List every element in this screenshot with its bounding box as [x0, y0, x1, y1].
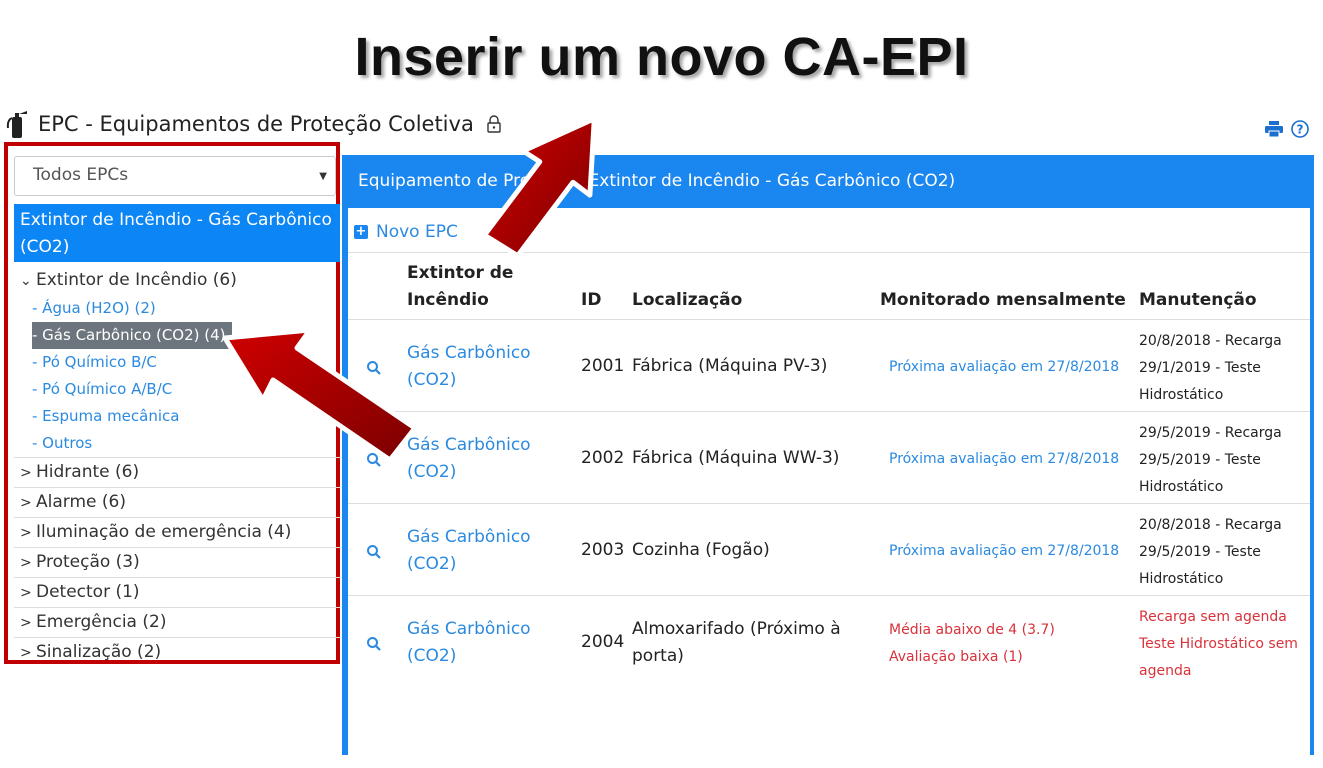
- tree-group-emergencia[interactable]: > Emergência (2): [14, 608, 340, 638]
- tree-group-label: Alarme (6): [36, 492, 126, 512]
- tree-item-gas-carbonico[interactable]: - Gás Carbônico (CO2) (4): [32, 322, 232, 349]
- tree-group-sinalizacao[interactable]: > Sinalização (2): [14, 638, 340, 667]
- monitor-status: Próxima avaliação em 27/8/2018: [889, 543, 1120, 559]
- column-header-type: Extintor de Incêndio: [407, 263, 514, 310]
- maintenance-cell: 20/8/2018 - Recarga 29/1/2019 - Teste Hi…: [1139, 328, 1299, 409]
- tree-group-label: Proteção (3): [36, 552, 140, 572]
- maintenance-line: 20/8/2018 - Recarga: [1139, 333, 1282, 349]
- tree-group-label: Sinalização (2): [36, 642, 162, 662]
- maintenance-line: 29/5/2019 - Teste Hidrostático: [1139, 452, 1261, 495]
- maintenance-line: 29/1/2019 - Teste Hidrostático: [1139, 360, 1261, 403]
- id-cell: 2003: [581, 540, 625, 560]
- type-link[interactable]: Gás Carbônico (CO2): [407, 616, 557, 670]
- epc-filter-select[interactable]: Todos EPCs ▼: [14, 156, 336, 196]
- monitor-status: Próxima avaliação em 27/8/2018: [889, 359, 1120, 375]
- top-toolbar: ?: [1265, 120, 1309, 138]
- table-row[interactable]: Gás Carbônico (CO2) 2001 Fábrica (Máquin…: [348, 319, 1310, 412]
- plus-icon: +: [354, 224, 368, 239]
- chevron-right-icon: >: [20, 585, 32, 601]
- tree-group-alarme[interactable]: > Alarme (6): [14, 488, 340, 518]
- id-cell: 2002: [581, 448, 625, 468]
- select-value: Todos EPCs: [33, 165, 129, 185]
- chevron-right-icon: >: [20, 525, 32, 541]
- column-header-location: Localização: [632, 290, 743, 310]
- column-header-monitor: Monitorado mensalmente: [880, 290, 1126, 310]
- maintenance-cell: Recarga sem agenda Teste Hidrostático se…: [1139, 604, 1299, 685]
- location-cell: Fábrica (Máquina PV-3): [632, 356, 828, 376]
- help-icon[interactable]: ?: [1291, 120, 1309, 138]
- table-row[interactable]: Gás Carbônico (CO2) 2004 Almoxarifado (P…: [348, 595, 1310, 688]
- table-row[interactable]: Gás Carbônico (CO2) 2003 Cozinha (Fogão)…: [348, 503, 1310, 596]
- id-cell: 2004: [581, 632, 625, 652]
- type-link[interactable]: Gás Carbônico (CO2): [407, 524, 557, 578]
- print-icon[interactable]: [1265, 121, 1283, 137]
- slide-title: Inserir um novo CA-EPI: [354, 27, 969, 87]
- chevron-right-icon: >: [20, 645, 32, 661]
- maintenance-line: 20/8/2018 - Recarga: [1139, 517, 1282, 533]
- tree-group-detector[interactable]: > Detector (1): [14, 578, 340, 608]
- tree-group-label: Detector (1): [36, 582, 140, 602]
- chevron-right-icon: >: [20, 465, 32, 481]
- maintenance-cell: 29/5/2019 - Recarga 29/5/2019 - Teste Hi…: [1139, 420, 1299, 501]
- chevron-right-icon: >: [20, 555, 32, 571]
- panel-body: + Novo EPC Extintor de Incêndio ID Local…: [348, 208, 1310, 768]
- maintenance-line: 29/5/2019 - Teste Hidrostático: [1139, 544, 1261, 587]
- monitor-status: Próxima avaliação em 27/8/2018: [889, 451, 1120, 467]
- location-cell: Cozinha (Fogão): [632, 540, 770, 560]
- chevron-right-icon: >: [20, 615, 32, 631]
- tree-group-protecao[interactable]: > Proteção (3): [14, 548, 340, 578]
- caret-down-icon: ▼: [319, 171, 327, 182]
- active-group-header[interactable]: Extintor de Incêndio - Gás Carbônico (CO…: [14, 204, 340, 262]
- arrow-to-new-epc: [481, 118, 597, 259]
- tree-group-label: Hidrante (6): [36, 462, 140, 482]
- id-cell: 2001: [581, 356, 625, 376]
- maintenance-cell: 20/8/2018 - Recarga 29/5/2019 - Teste Hi…: [1139, 512, 1299, 593]
- search-icon[interactable]: [366, 636, 382, 652]
- svg-text:?: ?: [1297, 123, 1304, 137]
- monitor-alert-line: Avaliação baixa (1): [889, 649, 1023, 665]
- location-cell: Almoxarifado (Próximo à porta): [632, 619, 841, 666]
- tree-group-extintor[interactable]: ⌄ Extintor de Incêndio (6): [14, 266, 340, 295]
- column-header-maintenance: Manutenção: [1139, 290, 1257, 310]
- location-cell: Fábrica (Máquina WW-3): [632, 448, 840, 468]
- column-header-id: ID: [581, 290, 602, 310]
- maintenance-line: Recarga sem agenda: [1139, 609, 1287, 625]
- maintenance-line: 29/5/2019 - Recarga: [1139, 425, 1282, 441]
- table-row[interactable]: Gás Carbônico (CO2) 2002 Fábrica (Máquin…: [348, 411, 1310, 504]
- tree-group-label: Iluminação de emergência (4): [36, 522, 292, 542]
- monitor-status: Média abaixo de 4 (3.7) Avaliação baixa …: [889, 617, 1129, 671]
- search-icon[interactable]: [366, 544, 382, 560]
- maintenance-line: Teste Hidrostático sem agenda: [1139, 636, 1298, 679]
- fire-extinguisher-icon: [6, 111, 27, 138]
- tree-group-label: Extintor de Incêndio (6): [36, 270, 237, 290]
- chevron-down-icon: ⌄: [20, 273, 32, 289]
- monitor-alert-line: Média abaixo de 4 (3.7): [889, 622, 1055, 638]
- chevron-right-icon: >: [20, 495, 32, 511]
- tree-group-iluminacao[interactable]: > Iluminação de emergência (4): [14, 518, 340, 548]
- tree-group-label: Emergência (2): [36, 612, 167, 632]
- arrow-to-selected-item: [222, 327, 418, 463]
- app-title: EPC - Equipamentos de Proteção Coletiva: [38, 112, 474, 136]
